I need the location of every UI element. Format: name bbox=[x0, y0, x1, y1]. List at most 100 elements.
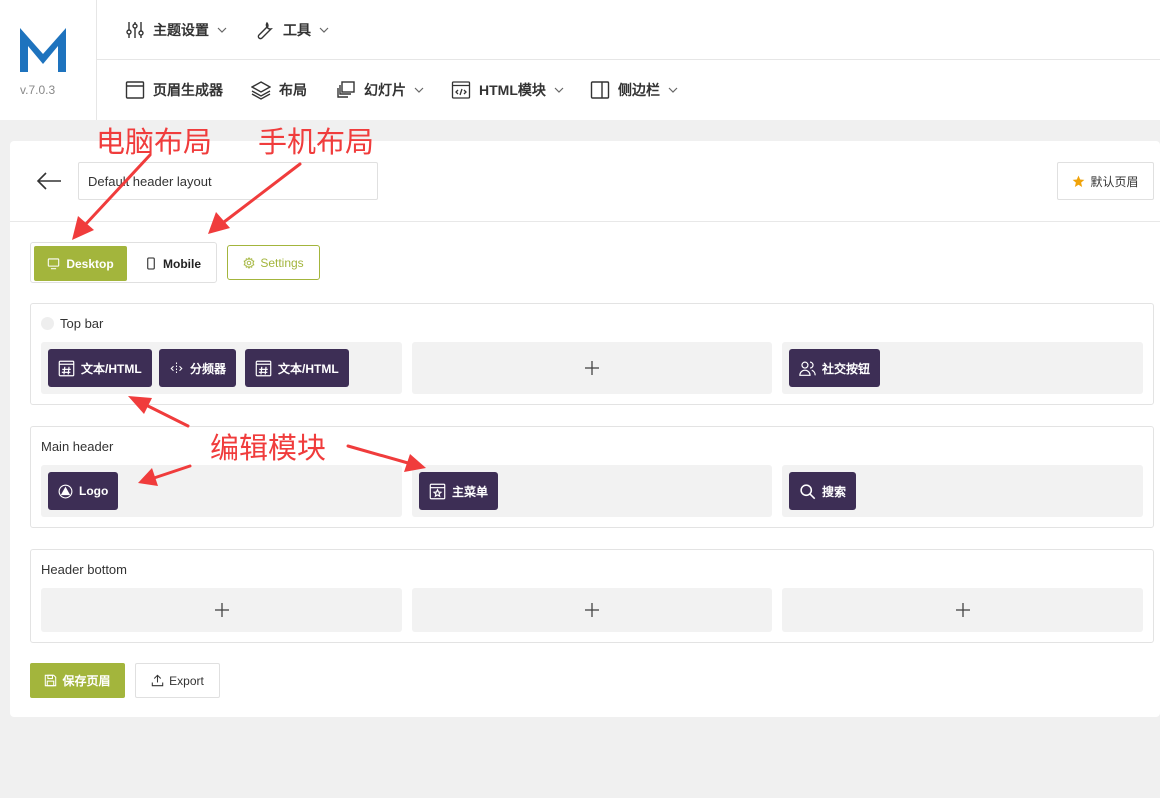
divider-icon bbox=[170, 362, 183, 374]
search-icon bbox=[800, 483, 816, 499]
module-label: 搜索 bbox=[822, 484, 847, 499]
upload-icon bbox=[151, 674, 164, 687]
version-label: v.7.0.3 bbox=[20, 83, 56, 97]
sidebar-icon bbox=[590, 81, 610, 99]
module-main-menu[interactable]: 主菜单 bbox=[419, 472, 499, 510]
brand-area: v.7.0.3 bbox=[0, 0, 97, 120]
add-module-icon[interactable] bbox=[214, 603, 229, 617]
phone-icon bbox=[147, 257, 155, 270]
nav-label: HTML模块 bbox=[479, 82, 546, 98]
module-label: 主菜单 bbox=[452, 484, 489, 499]
add-module-icon[interactable] bbox=[585, 603, 599, 617]
users-icon bbox=[799, 361, 816, 376]
menu-icon bbox=[429, 483, 446, 499]
status-dot bbox=[41, 317, 54, 330]
chevron-down-icon bbox=[319, 27, 329, 33]
save-label: 保存页眉 bbox=[62, 674, 111, 688]
gear-icon bbox=[243, 256, 255, 269]
save-header-button[interactable]: 保存页眉 bbox=[30, 663, 125, 698]
annotation-edit-modules: 编辑模块 bbox=[210, 431, 327, 465]
window-icon bbox=[125, 81, 145, 99]
nav-item-html-modules[interactable]: HTML模块 bbox=[451, 60, 564, 120]
section-title: Main header bbox=[41, 439, 114, 454]
add-module-icon[interactable] bbox=[955, 603, 970, 617]
nav-item-sidebars[interactable]: 侧边栏 bbox=[590, 60, 678, 120]
drop-zone-center[interactable]: 主菜单 bbox=[412, 465, 772, 517]
annotation-desktop-layout: 电脑布局 bbox=[96, 125, 213, 159]
mobile-tab[interactable]: Mobile bbox=[131, 246, 215, 281]
desktop-tab-label: Desktop bbox=[66, 256, 114, 271]
logo-icon bbox=[58, 484, 73, 498]
monitor-icon bbox=[48, 258, 60, 270]
nav-item-tools[interactable]: 工具 bbox=[255, 0, 329, 60]
back-arrow-icon[interactable] bbox=[36, 171, 62, 191]
hash-icon bbox=[58, 360, 75, 376]
nav-row-secondary: 页眉生成器 布局 幻灯片 HTML模块 侧边栏 bbox=[97, 60, 1160, 120]
nav-item-layout[interactable]: 布局 bbox=[251, 60, 307, 120]
slides-icon bbox=[337, 81, 355, 98]
nav-label: 幻灯片 bbox=[364, 82, 406, 98]
header-builder-card: 默认页眉 Desktop Mobile Settings Top bar bbox=[10, 141, 1160, 717]
section-header-bottom: Header bottom bbox=[30, 549, 1154, 643]
layout-title-input[interactable] bbox=[78, 162, 378, 200]
device-toggle: Desktop Mobile bbox=[30, 242, 217, 283]
save-icon bbox=[45, 674, 57, 687]
export-label: Export bbox=[169, 673, 204, 688]
module-label: Logo bbox=[79, 484, 109, 498]
drop-zone-left[interactable]: 文本/HTML 分频器 文本/HTML bbox=[41, 342, 402, 394]
section-top-bar: Top bar 文本/HTML 分频器 文本/HTML 社交按钮 bbox=[30, 303, 1154, 405]
module-label: 分频器 bbox=[190, 361, 227, 376]
nav-row-primary: 主题设置 工具 bbox=[97, 0, 1160, 60]
nav-item-theme-settings[interactable]: 主题设置 bbox=[125, 0, 227, 60]
export-button[interactable]: Export bbox=[135, 663, 220, 698]
module-text-html[interactable]: 文本/HTML bbox=[245, 349, 349, 387]
hash-icon bbox=[255, 360, 272, 376]
default-header-button[interactable]: 默认页眉 bbox=[1057, 162, 1154, 200]
chevron-down-icon bbox=[668, 87, 678, 93]
nav-label: 侧边栏 bbox=[618, 82, 660, 98]
module-label: 文本/HTML bbox=[278, 361, 339, 376]
module-search[interactable]: 搜索 bbox=[789, 472, 857, 510]
drop-zone-left[interactable] bbox=[41, 588, 402, 632]
drop-zone-right[interactable]: 社交按钮 bbox=[782, 342, 1143, 394]
section-title: Header bottom bbox=[41, 562, 127, 577]
chevron-down-icon bbox=[554, 87, 564, 93]
nav-item-slides[interactable]: 幻灯片 bbox=[336, 60, 424, 120]
module-divider[interactable]: 分频器 bbox=[159, 349, 237, 387]
drop-zone-right[interactable] bbox=[782, 588, 1143, 632]
module-text-html[interactable]: 文本/HTML bbox=[48, 349, 152, 387]
nav-item-header-builder[interactable]: 页眉生成器 bbox=[125, 60, 223, 120]
add-module-icon[interactable] bbox=[585, 361, 599, 375]
drop-zone-center[interactable] bbox=[412, 588, 772, 632]
brand-logo[interactable] bbox=[18, 24, 68, 74]
section-label: Top bar bbox=[41, 316, 103, 331]
module-label: 社交按钮 bbox=[822, 361, 871, 376]
drop-zone-right[interactable]: 搜索 bbox=[782, 465, 1143, 517]
module-social-buttons[interactable]: 社交按钮 bbox=[789, 349, 881, 387]
mobile-tab-label: Mobile bbox=[163, 256, 201, 271]
section-main-header: Main header Logo 主菜单 搜索 bbox=[30, 426, 1154, 528]
default-header-label: 默认页眉 bbox=[1090, 174, 1139, 189]
nav-label: 工具 bbox=[283, 22, 311, 38]
top-navigation: v.7.0.3 主题设置 工具 页眉生成器 布局 幻灯片 HTML模块 侧边栏 bbox=[0, 0, 1160, 120]
module-label: 文本/HTML bbox=[81, 361, 142, 376]
nav-label: 页眉生成器 bbox=[153, 82, 223, 98]
settings-button[interactable]: Settings bbox=[227, 245, 320, 280]
nav-label: 主题设置 bbox=[153, 22, 209, 38]
star-icon bbox=[1073, 175, 1085, 187]
section-title: Top bar bbox=[60, 316, 104, 331]
code-icon bbox=[451, 81, 471, 99]
section-label: Header bottom bbox=[41, 562, 127, 577]
sliders-icon bbox=[126, 22, 144, 38]
module-logo[interactable]: Logo bbox=[48, 472, 119, 510]
chevron-down-icon bbox=[414, 87, 424, 93]
wrench-icon bbox=[257, 21, 273, 40]
settings-label: Settings bbox=[260, 255, 304, 270]
nav-label: 布局 bbox=[279, 82, 307, 98]
desktop-tab[interactable]: Desktop bbox=[34, 246, 127, 281]
drop-zone-center[interactable] bbox=[412, 342, 772, 394]
drop-zone-left[interactable]: Logo bbox=[41, 465, 402, 517]
layers-icon bbox=[251, 81, 271, 100]
chevron-down-icon bbox=[217, 27, 227, 33]
section-label: Main header bbox=[41, 439, 113, 454]
